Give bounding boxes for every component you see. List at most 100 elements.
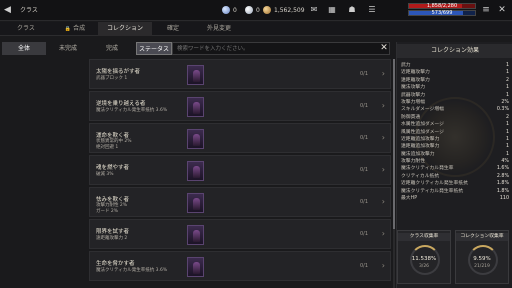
lock-icon: 🔒 bbox=[64, 26, 72, 32]
card-portrait[interactable] bbox=[187, 129, 204, 149]
collection-row[interactable]: 生命を脅かす者 魔法クリティカル発生率抵抗 3.6% 0/1 › bbox=[89, 251, 391, 281]
stat-name: 最大HP bbox=[401, 196, 418, 202]
currency-white-gem: 0 bbox=[245, 5, 260, 15]
stat-name: 武力 bbox=[401, 63, 411, 68]
chevron-right-icon: › bbox=[381, 69, 385, 78]
stat-name: 魔法クリティカル発生率抵抗 bbox=[401, 188, 464, 194]
grid-icon[interactable]: ▦ bbox=[326, 4, 338, 16]
card-portrait[interactable] bbox=[187, 97, 204, 117]
stat-row: 風属性追加ダメージ 1 bbox=[401, 129, 511, 136]
white-gem-icon bbox=[245, 6, 253, 14]
stat-value: 1.6% bbox=[496, 166, 509, 172]
card-portrait[interactable] bbox=[187, 225, 204, 245]
stat-row: 近距離追加攻撃力 1 bbox=[401, 136, 511, 143]
stat-row: 遠距離攻撃力 2 bbox=[401, 77, 511, 84]
stat-name: 攻撃力増幅 bbox=[401, 99, 425, 105]
menu-icon[interactable]: ≡ bbox=[480, 4, 492, 16]
stat-row: クリティカル抵抗 2.8% bbox=[401, 173, 511, 180]
card-portrait[interactable] bbox=[187, 65, 204, 85]
mail-icon[interactable]: ✉ bbox=[308, 4, 320, 16]
filter-all[interactable]: 全体 bbox=[2, 42, 46, 55]
collection-rate-fraction: 21/219 bbox=[474, 264, 490, 269]
stat-value: 1 bbox=[505, 129, 509, 135]
stat-row: 攻撃力増幅 2% bbox=[401, 99, 511, 106]
collection-row[interactable]: 太陽を揺るがす者 武器ブロック 1 0/1 › bbox=[89, 59, 391, 89]
stat-row: 武器攻撃力 1 bbox=[401, 92, 511, 99]
collection-row[interactable]: 運命を欺く者 状態異常的中 2% 絶対回避 1 0/1 › bbox=[89, 123, 391, 153]
clear-search-icon[interactable]: ✕ bbox=[378, 42, 390, 55]
card-portrait[interactable] bbox=[187, 257, 204, 277]
stat-row: 近距離攻撃力 1 bbox=[401, 69, 511, 76]
mp-bar: 573/699 bbox=[408, 10, 476, 16]
stat-value: 2.8% bbox=[496, 173, 509, 179]
close-icon[interactable]: ✕ bbox=[496, 4, 508, 16]
chat-icon[interactable]: ☰ bbox=[366, 4, 378, 16]
search-input[interactable] bbox=[172, 42, 390, 55]
currency-gold: 1,562,509 bbox=[263, 5, 305, 15]
filter-incomplete[interactable]: 未完成 bbox=[46, 42, 90, 55]
tab-collection[interactable]: コレクション bbox=[98, 22, 152, 36]
stat-name: 近距離クリティカル発生率抵抗 bbox=[401, 181, 468, 187]
stat-value: 2 bbox=[505, 77, 509, 83]
collection-rate-percent: 9.59% bbox=[473, 256, 491, 262]
currency-blue-gem: 0 bbox=[222, 5, 237, 15]
stat-value: 1 bbox=[505, 136, 509, 142]
row-count: 0/1 bbox=[359, 135, 368, 141]
stat-name: クリティカル抵抗 bbox=[401, 173, 440, 179]
stat-list: 武力 1 近距離攻撃力 1 遠距離攻撃力 2 魔法攻撃力 1 武器攻撃力 1 攻撃力増幅 2% スキルダ… bbox=[401, 62, 511, 202]
row-title: 逆境を乗り越える者 bbox=[96, 101, 146, 107]
chevron-right-icon: › bbox=[381, 261, 385, 270]
row-title: 太陽を揺るがす者 bbox=[96, 69, 141, 75]
row-count: 0/1 bbox=[359, 167, 368, 173]
stat-name: 風属性追加ダメージ bbox=[401, 129, 444, 135]
panel-title: コレクション効果 bbox=[397, 44, 512, 58]
row-effect: 魔法クリティカル発生率抵抗 3.6% bbox=[96, 108, 168, 113]
stat-name: 武器攻撃力 bbox=[401, 92, 425, 98]
hp-bar: 1,858/2,280 bbox=[408, 3, 476, 9]
card-portrait[interactable] bbox=[187, 193, 204, 213]
stat-value: 1 bbox=[505, 122, 509, 128]
stat-name: 遠距離攻撃力 bbox=[401, 77, 430, 83]
stat-row: 近距離クリティカル発生率抵抗 1.8% bbox=[401, 180, 511, 187]
stat-name: 防御貫通 bbox=[401, 114, 421, 120]
stat-value: 1 bbox=[505, 70, 509, 76]
stat-name: 水属性追加ダメージ bbox=[401, 122, 444, 128]
filter-complete[interactable]: 完成 bbox=[90, 42, 134, 55]
stat-row: 魔法追加攻撃力 1 bbox=[401, 151, 511, 158]
row-effect: 武器ブロック 1 bbox=[96, 76, 128, 81]
tab-synthesis[interactable]: 🔒 合成 bbox=[52, 22, 98, 36]
stat-row: 最大HP 110 bbox=[401, 195, 511, 202]
stat-value: 1.8% bbox=[496, 181, 509, 187]
stat-row: 武力 1 bbox=[401, 62, 511, 69]
chevron-right-icon: › bbox=[381, 133, 385, 142]
filter-status[interactable]: ステータス bbox=[136, 42, 172, 55]
back-arrow-icon[interactable]: ◀ bbox=[4, 5, 14, 15]
stat-row: 水属性追加ダメージ 1 bbox=[401, 121, 511, 128]
row-count: 0/1 bbox=[359, 71, 368, 77]
tab-appearance[interactable]: 外見変更 bbox=[194, 22, 244, 36]
collection-row[interactable]: 限界を試す者 遠距離攻撃力 2 0/1 › bbox=[89, 219, 391, 249]
row-effect: ガード 2% bbox=[96, 209, 119, 214]
collection-row[interactable]: 逆境を乗り越える者 魔法クリティカル発生率抵抗 3.6% 0/1 › bbox=[89, 91, 391, 121]
scrollbar-thumb[interactable] bbox=[393, 59, 395, 229]
list-scrollbar[interactable] bbox=[393, 59, 395, 288]
collection-row[interactable]: 魂を燃やす者 破滅 3% 0/1 › bbox=[89, 155, 391, 185]
row-effect: 破滅 3% bbox=[96, 172, 114, 177]
chevron-right-icon: › bbox=[381, 197, 385, 206]
tab-confirm[interactable]: 確定 bbox=[152, 22, 194, 36]
stat-row: 魔法攻撃力 1 bbox=[401, 84, 511, 91]
collection-rate-label: コレクション収集率 bbox=[456, 233, 508, 241]
stat-row: 魔法クリティカル発生率抵抗 1.8% bbox=[401, 188, 511, 195]
stat-value: 1 bbox=[505, 144, 509, 150]
collection-row[interactable]: 怯みを欺く者 攻撃力耐性 2% ガード 2% 0/1 › bbox=[89, 187, 391, 217]
chevron-right-icon: › bbox=[381, 165, 385, 174]
hp-text: 1,858/2,280 bbox=[426, 3, 458, 9]
chevron-right-icon: › bbox=[381, 101, 385, 110]
blue-gem-icon bbox=[222, 6, 230, 14]
stat-row: スキルダメージ増幅 0.3% bbox=[401, 106, 511, 113]
card-portrait[interactable] bbox=[187, 161, 204, 181]
tab-class[interactable]: クラス bbox=[0, 22, 52, 36]
stat-name: 攻撃力耐性 bbox=[401, 159, 425, 165]
top-bar: ◀ クラス 0 0 1,562,509 ✉ ▦ ☗ ☰ 1,858/2,280 … bbox=[0, 0, 512, 21]
bag-icon[interactable]: ☗ bbox=[346, 4, 358, 16]
